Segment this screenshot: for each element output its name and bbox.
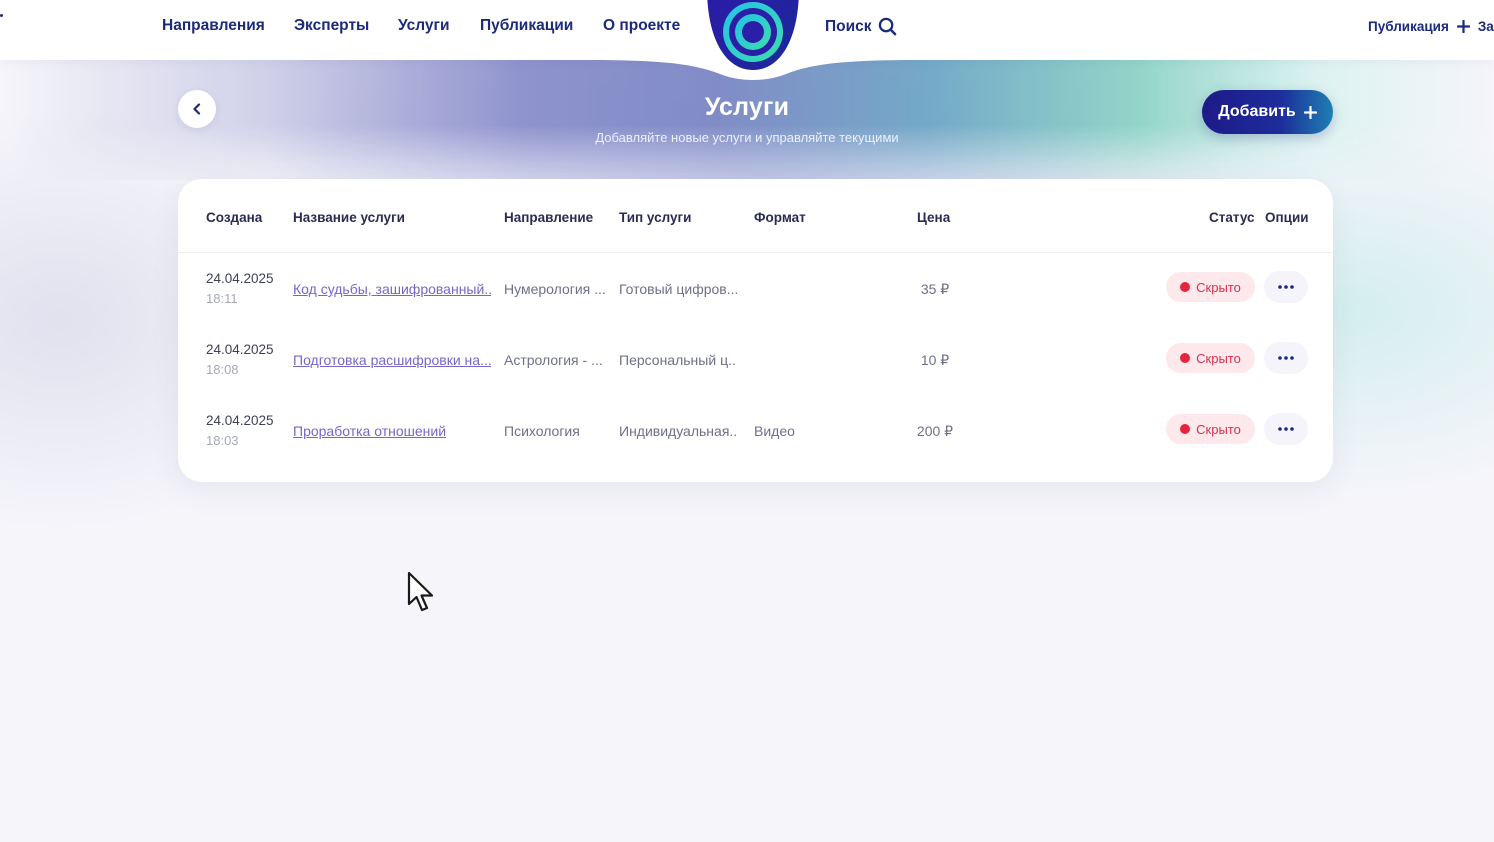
search-label: Поиск (825, 17, 872, 35)
row-service-type: Индивидуальная... (619, 423, 737, 439)
status-label: Скрыто (1196, 279, 1241, 295)
table-row: 24.04.2025 18:08 Подготовка расшифровки … (178, 342, 1333, 402)
status-dot-icon (1180, 424, 1191, 434)
options-button[interactable] (1264, 271, 1308, 303)
service-name-link[interactable]: Проработка отношений (293, 423, 491, 439)
column-header-price: Цена (917, 210, 951, 225)
status-dot-icon (1180, 353, 1191, 363)
row-price: 200 ₽ (916, 423, 954, 439)
column-header-format: Формат (754, 210, 806, 225)
row-format: Видео (754, 423, 795, 439)
nav-item-directions[interactable]: Направления (162, 17, 265, 35)
status-badge[interactable]: Скрыто (1166, 343, 1255, 373)
table-row: 24.04.2025 18:11 Код судьбы, зашифрованн… (178, 271, 1333, 331)
nav-item-experts[interactable]: Эксперты (294, 17, 369, 35)
row-time: 18:03 (206, 433, 239, 448)
table-header-divider (178, 252, 1333, 253)
row-direction: Психология (504, 423, 580, 439)
service-name-link[interactable]: Код судьбы, зашифрованный... (293, 281, 491, 297)
status-label: Скрыто (1196, 421, 1241, 437)
publication-create-button[interactable]: Публикация За (1368, 19, 1494, 34)
row-price: 35 ₽ (920, 281, 950, 297)
concentric-circles-logo-icon[interactable] (703, 0, 803, 72)
column-header-options: Опции (1265, 210, 1309, 225)
more-horizontal-icon (1278, 427, 1294, 431)
column-header-name: Название услуги (293, 210, 405, 225)
row-service-type: Готовый цифров... (619, 281, 737, 297)
add-service-button[interactable]: Добавить (1202, 90, 1333, 134)
row-service-type: Персональный ц... (619, 352, 737, 368)
publication-label: Публикация (1368, 19, 1449, 34)
table-row: 24.04.2025 18:03 Проработка отношений Пс… (178, 413, 1333, 473)
row-direction: Астрология - ... (504, 352, 603, 368)
row-direction: Нумерология ... (504, 281, 606, 297)
search-icon (878, 17, 896, 36)
service-name-link[interactable]: Подготовка расшифровки на... (293, 352, 491, 368)
plus-icon (1303, 105, 1317, 119)
status-dot-icon (1180, 282, 1191, 292)
edge-marker (0, 14, 3, 17)
row-date: 24.04.2025 (206, 413, 274, 428)
services-table-card: Создана Название услуги Направление Тип … (178, 179, 1333, 482)
column-header-direction: Направление (504, 210, 594, 225)
column-header-status: Статус (1209, 210, 1255, 225)
mouse-pointer-icon (407, 571, 434, 612)
column-header-type: Тип услуги (619, 210, 692, 225)
page-root: Направления Эксперты Услуги Публикации О… (0, 0, 1494, 842)
options-button[interactable] (1264, 342, 1308, 374)
row-time: 18:11 (206, 291, 238, 306)
nav-item-publications[interactable]: Публикации (480, 17, 573, 35)
options-button[interactable] (1264, 413, 1308, 445)
nav-item-about[interactable]: О проекте (603, 17, 680, 35)
row-price: 10 ₽ (920, 352, 950, 368)
more-horizontal-icon (1278, 356, 1294, 360)
status-badge[interactable]: Скрыто (1166, 414, 1255, 444)
status-badge[interactable]: Скрыто (1166, 272, 1255, 302)
plus-icon (1456, 20, 1470, 33)
column-header-created: Создана (206, 210, 263, 225)
nav-item-services[interactable]: Услуги (398, 17, 450, 35)
row-time: 18:08 (206, 362, 239, 377)
more-horizontal-icon (1278, 285, 1294, 289)
truncated-nav-item[interactable]: За (1478, 19, 1494, 34)
row-date: 24.04.2025 (206, 342, 274, 357)
add-button-label: Добавить (1218, 103, 1296, 120)
row-date: 24.04.2025 (206, 271, 274, 286)
status-label: Скрыто (1196, 350, 1241, 366)
search-button[interactable]: Поиск (825, 17, 897, 36)
